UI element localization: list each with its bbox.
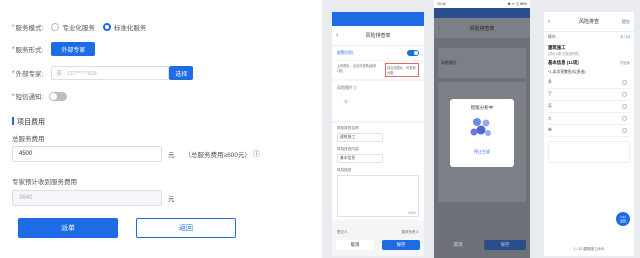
loading-dots-icon (470, 118, 491, 136)
phone1-meta-left: 上传照片、点击可查看(最多1张) (337, 64, 377, 73)
phone1-tab[interactable]: 报警识别 (337, 50, 353, 56)
phone1-save-button[interactable]: 保存 (382, 240, 420, 250)
phone3-progress: 8 / 12 (620, 35, 631, 39)
add-photo-icon[interactable]: + (343, 97, 419, 108)
phone3-question: *1.本次宣教形式(多选) (548, 70, 586, 74)
expert-fee-input: 3640 (12, 190, 162, 206)
phone-risk-form: ‹ 风险排查单 报警识别 上传照片、点击可查看(最多1张) 请点击图片、可查看大… (332, 12, 424, 256)
sms-notify-toggle[interactable] (49, 91, 68, 101)
expert-fee-row: 3640 元 (12, 190, 175, 206)
phone3-fab-button[interactable]: 1/12 返回 (616, 212, 630, 226)
external-expert-input[interactable]: 姜 · 137****7928 (51, 66, 170, 80)
option-item[interactable]: 单 (548, 125, 630, 137)
radio-checked-icon (102, 23, 111, 31)
service-form-row: * 服务形式: 外部专家 (12, 42, 96, 56)
back-button[interactable]: 返回 (136, 218, 236, 238)
phone3-option-list: 多 了 兵 土 单 (544, 77, 634, 137)
phone1-section: 风险图片① (337, 85, 357, 90)
phone1-field2-input[interactable]: 基本信息 (337, 154, 383, 163)
phone3-not-applicable[interactable]: 不适用 (620, 61, 631, 66)
sms-notify-label: 短信通知: (15, 94, 44, 101)
phone1-cancel-button[interactable]: 取消 (336, 240, 374, 250)
radio-icon (51, 23, 60, 31)
total-fee-input[interactable]: 4500 (12, 146, 162, 162)
option-item[interactable]: 兵 (548, 101, 630, 113)
expert-fee-unit: 元 (168, 196, 175, 203)
phone1-field3-label: 风险描述 (337, 168, 352, 172)
service-form-label: 服务形式: (15, 47, 44, 54)
phone1-title: 风险排查单 (365, 33, 391, 39)
total-fee-label: 总服务费用 (12, 136, 45, 143)
service-mode-label: 服务模式: (15, 25, 44, 32)
phone1-description-textarea[interactable]: 0/500 (337, 175, 419, 217)
total-fee-note: （总服务费用≥600元） (184, 152, 251, 159)
option-item[interactable]: 了 (548, 89, 630, 101)
phone1-field1-input[interactable]: 建筑施工 (337, 133, 383, 142)
phone3-field-label: 模块 (548, 35, 556, 39)
phone2-status-bar: 10:44 ✱ ᯤ ◫ 88% (434, 0, 530, 8)
section-marker (12, 117, 14, 125)
phone2-header: ‹ 风险排查单 (434, 18, 530, 38)
stop-generating-link[interactable]: 停止生成 (450, 149, 514, 155)
phone3-header: ‹ 风险排查 提交 (544, 12, 634, 32)
phone3-pager[interactable]: 1 / 12 建筑施工(8/8) (544, 247, 634, 252)
analysis-modal: 智能分析中 停止生成 (450, 99, 514, 167)
phone1-footer-right: 整改负责人 (401, 230, 420, 234)
back-arrow-icon[interactable]: ‹ (548, 18, 550, 25)
phone1-field2-label: 风险排查内容 (337, 147, 359, 151)
total-fee-unit: 元 (168, 152, 175, 159)
phone-analyzing: 10:44 ✱ ᯤ ◫ 88% ‹ 风险排查单 风险图片 智能分析中 停止生成 … (434, 0, 530, 258)
back-arrow-icon[interactable]: ‹ (336, 32, 338, 39)
phone3-item-title: 基本信息 (11项) (548, 60, 579, 65)
dispatch-button[interactable]: 派单 (18, 218, 118, 238)
radio-standard[interactable]: 标准化服务 (102, 22, 146, 32)
phone2-save-button[interactable]: 保存 (484, 240, 526, 250)
phone2-cancel-button[interactable]: 取消 (438, 240, 478, 250)
external-expert-label: 外部专家: (15, 71, 44, 78)
service-mode-row: * 服务模式: 专业化服务 标准化服务 (12, 22, 147, 32)
phone3-submit[interactable]: 提交 (622, 19, 630, 25)
option-item[interactable]: 多 (548, 77, 630, 89)
option-item[interactable]: 土 (548, 113, 630, 125)
phone1-field1-label: 风险排查名称 (337, 126, 359, 130)
sms-notify-row: * 短信通知: (12, 91, 68, 101)
order-dispatch-form: * 服务模式: 专业化服务 标准化服务 * 服务形式: 外部专家 * 外部专家:… (0, 0, 322, 258)
total-fee-row: 4500 元 （总服务费用≥600元） ⓘ (12, 146, 260, 162)
phone1-footer-left: 提交人 (337, 230, 348, 234)
section-title: 项目费用 (17, 119, 45, 126)
phone1-meta-right: 请点击图片、可查看大图 (385, 63, 419, 77)
select-expert-button[interactable]: 选择 (169, 66, 194, 80)
phone1-counter: 0/500 (408, 211, 416, 215)
phone1-header: ‹ 风险排查单 (332, 26, 424, 46)
external-expert-row: * 外部专家: 姜 · 137****7928 选择 (12, 66, 194, 80)
phone3-section-sub: (共8小项 已检查8项) (548, 52, 579, 56)
phone-risk-check: ‹ 风险排查 提交 模块 8 / 12 建筑施工 (共8小项 已检查8项) 基本… (544, 12, 634, 256)
radio-professional[interactable]: 专业化服务 (51, 22, 95, 32)
phone1-toggle[interactable] (407, 50, 419, 56)
back-arrow-icon[interactable]: ‹ (438, 25, 440, 32)
info-icon[interactable]: ⓘ (253, 149, 260, 159)
expert-fee-label: 专家预计收到服务费用 (12, 179, 77, 186)
external-expert-button[interactable]: 外部专家 (51, 42, 96, 56)
phone2-section: 风险图片 (441, 60, 457, 65)
phone3-text-area[interactable] (548, 141, 630, 163)
